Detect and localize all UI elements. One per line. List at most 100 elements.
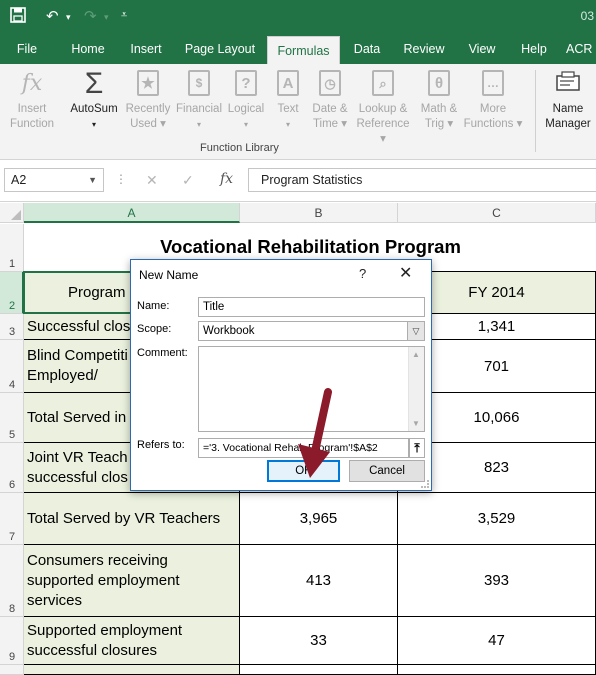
clock-icon: ◷: [315, 68, 345, 98]
row-header-9[interactable]: 9: [0, 617, 24, 665]
tab-file[interactable]: File: [8, 34, 46, 64]
cancel-icon[interactable]: ✕: [146, 172, 158, 189]
scope-select[interactable]: Workbook ▽: [198, 321, 425, 341]
tab-help[interactable]: Help: [514, 34, 554, 64]
column-header-c[interactable]: C: [398, 203, 596, 223]
cell-b8[interactable]: 413: [240, 545, 398, 617]
new-name-dialog: New Name ? ✕ Name: Title Scope: Workbook…: [130, 259, 432, 491]
ribbon: fx Insert Function Σ AutoSum ▾ ★ Recentl…: [0, 64, 596, 160]
name-field[interactable]: Title: [198, 297, 425, 317]
coins-icon: $: [184, 68, 214, 98]
refers-to-label: Refers to:: [137, 439, 185, 451]
tab-insert[interactable]: Insert: [122, 34, 170, 64]
insert-function-fx-icon[interactable]: fx: [220, 171, 233, 187]
formula-bar-resize-handle[interactable]: ⋮: [115, 172, 127, 186]
row-header-3[interactable]: 3: [0, 314, 24, 340]
scope-label: Scope:: [137, 323, 172, 335]
row-header-5[interactable]: 5: [0, 393, 24, 443]
help-icon[interactable]: ?: [359, 266, 366, 281]
chevron-down-icon: ▾: [285, 120, 290, 129]
file-name: 03: [580, 9, 594, 23]
tab-home[interactable]: Home: [62, 34, 114, 64]
scroll-up-icon[interactable]: ▲: [412, 350, 420, 359]
row-header-10[interactable]: [0, 665, 24, 675]
column-header-a[interactable]: A: [24, 203, 240, 223]
row-header-7[interactable]: 7: [0, 493, 24, 545]
more-functions-icon: …: [478, 68, 508, 98]
cell-a9[interactable]: Supported employment successful closures: [24, 617, 240, 665]
chevron-down-icon: ▾: [91, 120, 96, 129]
sigma-icon: Σ: [84, 66, 104, 100]
row-header-4[interactable]: 4: [0, 340, 24, 393]
insert-function-button[interactable]: fx Insert Function: [4, 68, 60, 132]
star-icon: ★: [133, 68, 163, 98]
more-functions-button[interactable]: … More Functions ▾: [462, 68, 524, 132]
cancel-button[interactable]: Cancel: [349, 460, 425, 482]
tab-view[interactable]: View: [460, 34, 504, 64]
cell-b10[interactable]: [240, 665, 398, 675]
cell-c8[interactable]: 393: [398, 545, 596, 617]
save-icon[interactable]: [10, 7, 26, 27]
name-box[interactable]: A2 ▼: [4, 168, 104, 192]
math-trig-button[interactable]: θ Math & Trig ▾: [414, 68, 464, 132]
chevron-down-icon: ▾: [243, 120, 248, 129]
cell-b7[interactable]: 3,965: [240, 493, 398, 545]
formula-input[interactable]: Program Statistics: [248, 168, 596, 192]
recently-used-button[interactable]: ★ Recently Used ▾: [122, 68, 174, 132]
scroll-down-icon[interactable]: ▼: [412, 419, 420, 428]
redo-icon[interactable]: ↷: [84, 7, 97, 25]
tab-formulas[interactable]: Formulas: [267, 36, 340, 64]
chevron-down-icon: ▾: [196, 120, 201, 129]
ribbon-tabs: File Home Insert Page Layout Formulas Da…: [0, 34, 596, 64]
ribbon-divider: [535, 70, 536, 152]
collapse-dialog-icon[interactable]: ⤒: [409, 438, 425, 458]
resize-grip-icon[interactable]: [421, 480, 429, 488]
title-bar: ↶ ▾ ↷ ▾ ⩡ 03: [0, 0, 596, 34]
close-icon[interactable]: ✕: [399, 263, 412, 283]
cell-c10[interactable]: [398, 665, 596, 675]
name-tag-icon: [553, 68, 583, 98]
cell-b9[interactable]: 33: [240, 617, 398, 665]
select-all-corner[interactable]: [0, 203, 24, 223]
chevron-down-icon[interactable]: ▽: [407, 322, 424, 340]
row-header-1[interactable]: 1: [0, 224, 24, 272]
financial-button[interactable]: $ Financial ▾: [174, 68, 224, 132]
tab-page-layout[interactable]: Page Layout: [180, 34, 260, 64]
enter-check-icon[interactable]: ✓: [182, 172, 194, 189]
text-a-icon: A: [273, 68, 303, 98]
text-button[interactable]: A Text ▾: [272, 68, 304, 132]
undo-icon[interactable]: ↶: [46, 7, 59, 25]
tab-data[interactable]: Data: [346, 34, 388, 64]
undo-dropdown-icon[interactable]: ▾: [66, 12, 71, 23]
comment-label: Comment:: [137, 347, 188, 359]
cell-a8[interactable]: Consumers receiving supported employment…: [24, 545, 240, 617]
cell-c9[interactable]: 47: [398, 617, 596, 665]
function-library-group-label: Function Library: [200, 142, 279, 154]
annotation-arrow-icon: [298, 388, 332, 478]
tab-acr[interactable]: ACR: [566, 34, 596, 64]
row-header-6[interactable]: 6: [0, 443, 24, 493]
theta-icon: θ: [424, 68, 454, 98]
cell-a7[interactable]: Total Served by VR Teachers: [24, 493, 240, 545]
name-label: Name:: [137, 300, 170, 312]
chevron-down-icon[interactable]: ▼: [88, 169, 97, 191]
redo-dropdown-icon[interactable]: ▾: [104, 12, 109, 23]
name-manager-button[interactable]: Name Manager: [540, 68, 596, 132]
formula-bar: A2 ▼ ⋮ ✕ ✓ fx Program Statistics: [0, 160, 596, 202]
column-header-b[interactable]: B: [240, 203, 398, 223]
autosum-button[interactable]: Σ AutoSum ▾: [64, 68, 124, 132]
question-icon: ?: [231, 68, 261, 98]
cell-c7[interactable]: 3,529: [398, 493, 596, 545]
row-header-8[interactable]: 8: [0, 545, 24, 617]
fx-icon: fx: [21, 70, 43, 96]
logical-button[interactable]: ? Logical ▾: [224, 68, 268, 132]
customize-toolbar-icon[interactable]: ⩡: [121, 9, 127, 22]
lookup-reference-button[interactable]: ⌕ Lookup & Reference ▾: [352, 68, 414, 147]
row-header-2[interactable]: 2: [0, 272, 24, 314]
date-time-button[interactable]: ◷ Date & Time ▾: [308, 68, 352, 132]
tab-review[interactable]: Review: [398, 34, 450, 64]
cell-a10[interactable]: [24, 665, 240, 675]
dialog-title: New Name: [139, 268, 199, 282]
comment-scrollbar[interactable]: ▲ ▼: [408, 347, 424, 431]
magnifier-icon: ⌕: [368, 68, 398, 98]
